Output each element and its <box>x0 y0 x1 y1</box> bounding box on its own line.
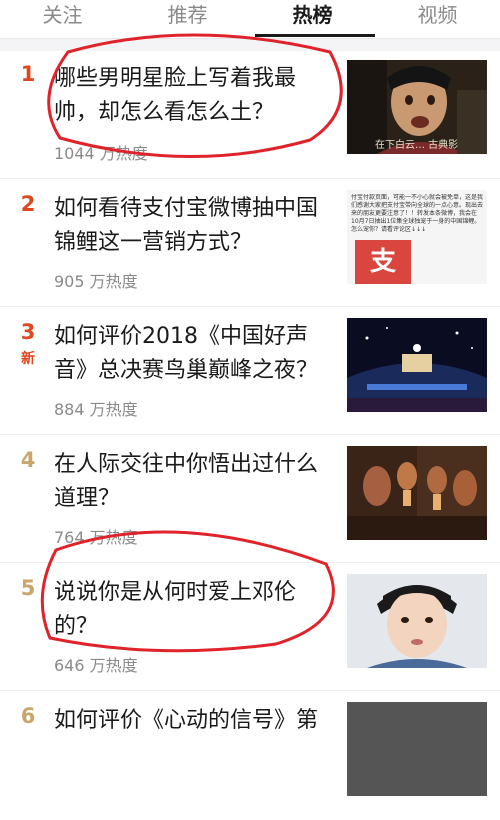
thumbnail-man-photo-icon[interactable]: 在下白云… 古典影 <box>347 60 487 154</box>
rank-number: 5 <box>20 576 36 600</box>
heat-count: 905 万热度 <box>54 272 138 291</box>
hot-list-item[interactable]: 6 如何评价《心动的信号》第 <box>0 694 500 820</box>
thumbnail-stadium-concert-photo-icon[interactable] <box>347 318 487 412</box>
rank-number: 4 <box>20 448 36 472</box>
rank-number: 6 <box>20 704 36 728</box>
alipay-logo-icon: 支 <box>355 240 411 284</box>
tab-divider-gap <box>0 39 500 51</box>
thumbnail-party-drinks-photo-icon[interactable] <box>347 446 487 540</box>
rank-number: 1 <box>20 62 36 86</box>
item-separator <box>0 690 500 691</box>
tab-hot-list[interactable]: 热榜 <box>250 2 375 28</box>
thumbnail-caption: 在下白云… 古典影 <box>375 140 459 151</box>
thumbnail-alipay-screenshot-icon[interactable]: 付宝付款页面，可能一不小心就会被免单，这是我们感谢大家把支付宝带向全球的一点心意… <box>347 190 487 284</box>
question-title[interactable]: 如何评价《心动的信号》第 <box>54 704 334 738</box>
question-title[interactable]: 说说你是从何时爱上邓伦的？ <box>54 576 334 644</box>
heat-count: 884 万热度 <box>54 400 138 419</box>
question-title[interactable]: 哪些男明星脸上写着我最帅，却怎么看怎么土？ <box>54 62 334 130</box>
tab-video[interactable]: 视频 <box>375 2 500 28</box>
heat-count: 646 万热度 <box>54 656 138 675</box>
top-tab-bar: 关注 推荐 热榜 视频 <box>0 0 500 39</box>
item-separator <box>0 434 500 435</box>
rank-number: 2 <box>20 192 36 216</box>
question-title[interactable]: 如何看待支付宝微博抽中国锦鲤这一营销方式？ <box>54 192 334 260</box>
active-tab-indicator <box>255 34 375 37</box>
hot-list-item[interactable]: 1 哪些男明星脸上写着我最帅，却怎么看怎么土？ 1044 万热度 在下白云… 古… <box>0 52 500 178</box>
rank-number: 3 <box>20 320 36 344</box>
heat-count: 764 万热度 <box>54 528 138 547</box>
thumbnail-show-photo-icon[interactable] <box>347 702 487 796</box>
hot-list-item[interactable]: 2 如何看待支付宝微博抽中国锦鲤这一营销方式？ 905 万热度 付宝付款页面，可… <box>0 182 500 308</box>
tab-follow[interactable]: 关注 <box>0 2 125 28</box>
question-title[interactable]: 如何评价2018《中国好声音》总决赛鸟巢巅峰之夜？ <box>54 320 334 388</box>
item-separator <box>0 178 500 179</box>
tab-recommend[interactable]: 推荐 <box>125 2 250 28</box>
hot-list-item[interactable]: 5 说说你是从何时爱上邓伦的？ 646 万热度 <box>0 566 500 692</box>
new-badge: 新 <box>21 351 35 367</box>
thumbnail-caption: 付宝付款页面，可能一不小心就会被免单，这是我们感谢大家把支付宝带向全球的一点心意… <box>351 194 483 233</box>
hot-list-item[interactable]: 4 在人际交往中你悟出过什么道理？ 764 万热度 <box>0 438 500 564</box>
hot-list-item[interactable]: 3 新 如何评价2018《中国好声音》总决赛鸟巢巅峰之夜？ 884 万热度 <box>0 310 500 436</box>
heat-count: 1044 万热度 <box>54 144 148 163</box>
item-separator <box>0 306 500 307</box>
question-title[interactable]: 在人际交往中你悟出过什么道理？ <box>54 448 334 516</box>
item-separator <box>0 562 500 563</box>
thumbnail-actor-portrait-photo-icon[interactable] <box>347 574 487 668</box>
